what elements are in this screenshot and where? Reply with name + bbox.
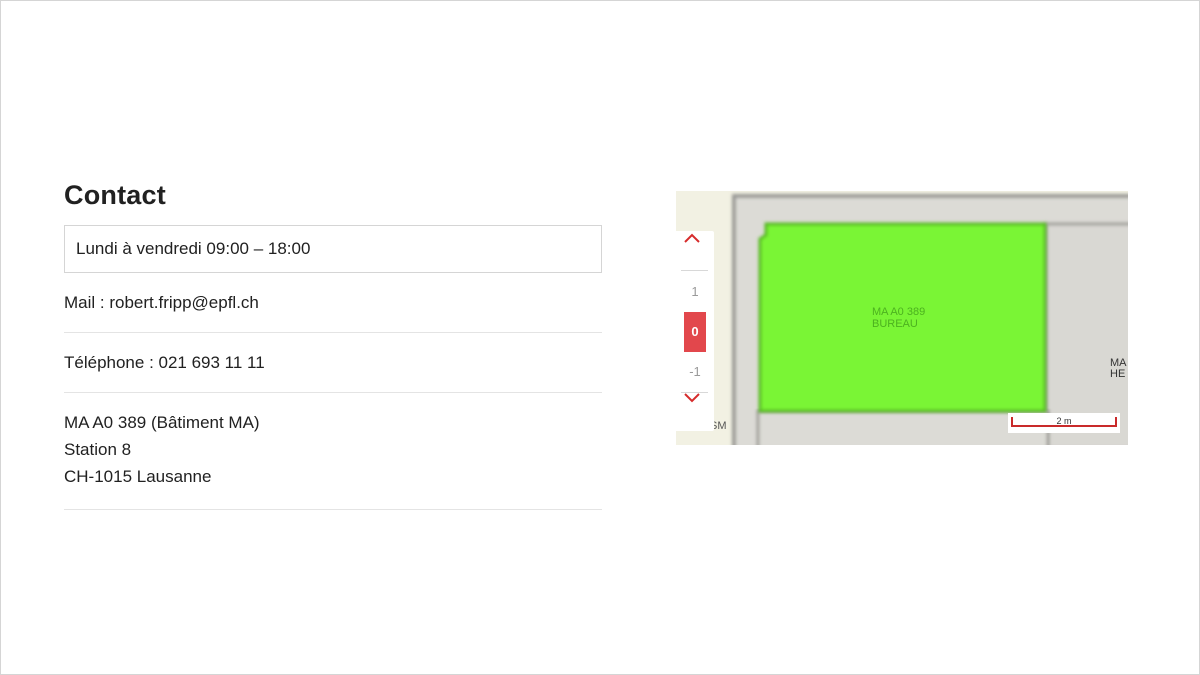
scale-bar: 2 m	[1008, 413, 1120, 433]
chevron-down-icon[interactable]	[684, 393, 708, 431]
opening-hours: Lundi à vendredi 09:00 – 18:00	[64, 225, 602, 273]
adjacent-room-label-2: HE	[1110, 368, 1125, 380]
phone-row: Téléphone : 021 693 11 11	[64, 333, 602, 393]
room-type-label: BUREAU	[872, 318, 918, 330]
floor-divider	[681, 270, 708, 271]
floor-plan-drawing: MA A0 389 BUREAU MA HE	[732, 194, 1128, 445]
room-label: MA A0 389	[872, 306, 925, 318]
address-city: CH-1015 Lausanne	[64, 467, 212, 486]
floor-0-button[interactable]: 0	[684, 312, 706, 352]
scale-label: 2 m	[1056, 416, 1072, 426]
address-room: MA A0 389 (Bâtiment MA)	[64, 413, 260, 432]
floor-selector: 1 0 -1	[676, 231, 714, 431]
mail-row[interactable]: Mail : robert.fripp@epfl.ch	[64, 273, 602, 333]
floor-plan-map[interactable]: MA A0 389 BUREAU MA HE SM 1 0 -1 2 m	[676, 191, 1128, 445]
chevron-up-icon[interactable]	[684, 233, 708, 271]
address-station: Station 8	[64, 440, 132, 459]
floor-1-button[interactable]: 1	[684, 272, 706, 312]
address-block: MA A0 389 (Bâtiment MA) Station 8 CH-101…	[64, 393, 602, 510]
floor-minus1-button[interactable]: -1	[684, 352, 706, 392]
contact-section: Contact Lundi à vendredi 09:00 – 18:00 M…	[64, 178, 602, 510]
contact-title: Contact	[64, 180, 166, 210]
